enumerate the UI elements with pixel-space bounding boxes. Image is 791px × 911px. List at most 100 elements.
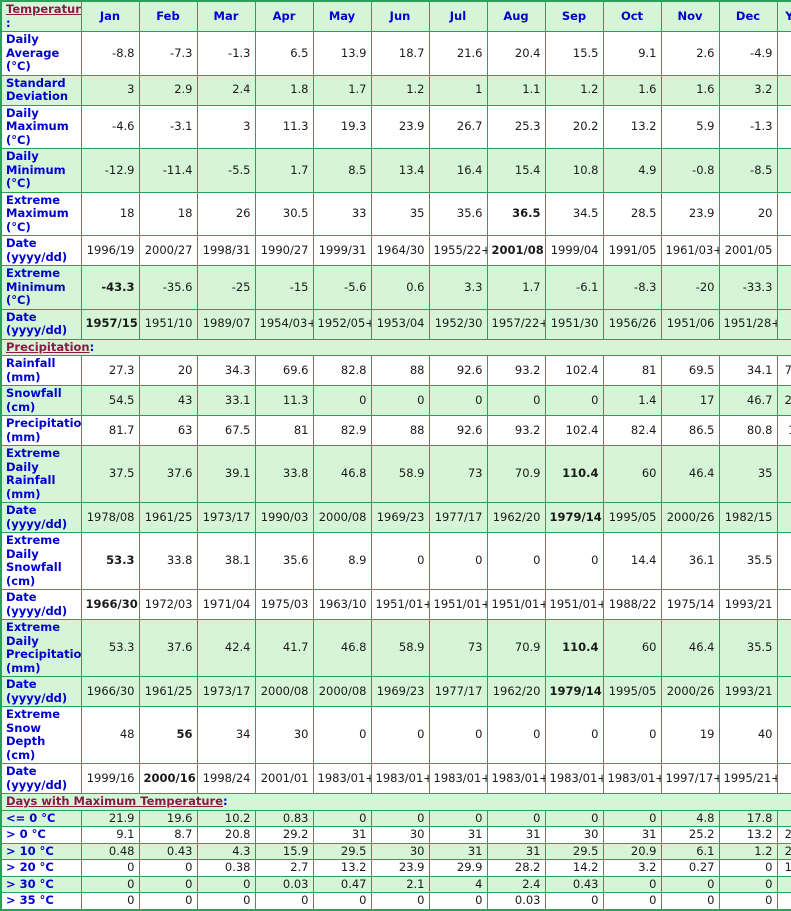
cell-year: 290.2 (776, 826, 791, 844)
cell-month-may: 1983/01+ (312, 763, 372, 794)
cell-month-mar: -5.5 (196, 148, 256, 193)
cell-month-jun: 88 (370, 355, 430, 386)
cell-month-jan: 0 (80, 859, 140, 877)
cell-month-aug: 15.4 (486, 148, 546, 193)
cell-month-mar: 39.1 (196, 445, 256, 503)
cell-year: 0.9 (776, 74, 791, 106)
cell-month-dec: 1982/15 (718, 502, 778, 533)
cell-month-dec: 17.8 (718, 809, 778, 827)
cell-month-dec: 2001/05 (718, 235, 778, 266)
cell-year: 115.9 (776, 859, 791, 877)
cell-month-oct: 82.4 (602, 415, 662, 446)
row-label-extreme-snow-depth-cm: Extreme Snow Depth (cm) (0, 706, 82, 764)
section-title-colon: : (6, 15, 11, 30)
cell-month-jun: 0.6 (370, 265, 430, 310)
cell-month-may: 82.8 (312, 355, 372, 386)
row-label-precipitation-mm: Precipitation (mm) (0, 415, 82, 446)
cell-month-feb: 0 (138, 859, 198, 877)
cell-month-apr: 81 (254, 415, 314, 446)
cell-month-may: 1952/05+ (312, 308, 372, 340)
cell-month-jan: 18 (80, 191, 140, 236)
cell-month-aug: 1.7 (486, 265, 546, 310)
cell-month-mar: 42.4 (196, 619, 256, 677)
cell-month-aug: 70.9 (486, 445, 546, 503)
cell-month-dec: 40 (718, 706, 778, 764)
cell-month-aug: 93.2 (486, 415, 546, 446)
cell-month-sep: 0 (544, 385, 604, 416)
cell-month-sep: 1.2 (544, 74, 604, 106)
row-label-extreme-maximum-c: Extreme Maximum (°C) (0, 191, 82, 236)
cell-month-jan: 37.5 (80, 445, 140, 503)
cell-month-jun: 1983/01+ (370, 763, 430, 794)
row-label-extreme-daily-rainfall-mm: Extreme Daily Rainfall (mm) (0, 445, 82, 503)
cell-month-mar: -1.3 (196, 31, 256, 76)
cell-month-jun: 23.9 (370, 859, 430, 877)
cell-month-jun: 1953/04 (370, 308, 430, 340)
cell-month-dec: -4.9 (718, 31, 778, 76)
cell-month-sep: 0 (544, 809, 604, 827)
cell-month-mar: 1998/24 (196, 763, 256, 794)
cell-month-jul: 26.7 (428, 104, 488, 149)
cell-month-nov: 5.9 (660, 104, 720, 149)
cell-month-sep: 1951/30 (544, 308, 604, 340)
cell-month-mar: 0 (196, 892, 256, 910)
table-row: Extreme Minimum (°C) -43.3 -35.6 -25 -15 -5.6… (0, 265, 791, 310)
table-row: Standard Deviation 3 2.9 2.4 1.8 1.7 1.2 1 1.1 1.… (0, 74, 791, 106)
cell-month-apr: 30.5 (254, 191, 314, 236)
table-row: Date (yyyy/dd) 1978/08 1961/25 1973/17 1990/… (0, 502, 791, 533)
cell-month-nov: 46.4 (660, 619, 720, 677)
table-row: > 10 °C 0.48 0.43 4.3 15.9 29.5 30 31 31 29.5 20.9… (0, 842, 791, 860)
cell-month-jul: 0 (428, 385, 488, 416)
cell-month-aug: 1962/20 (486, 502, 546, 533)
cell-month-dec: 3.2 (718, 74, 778, 106)
cell-month-jun: 30 (370, 842, 430, 860)
cell-month-mar: 10.2 (196, 809, 256, 827)
cell-month-nov: 1975/14 (660, 589, 720, 620)
cell-month-feb: 37.6 (138, 445, 198, 503)
column-header-aug: Aug (486, 0, 546, 32)
cell-year: 9.4 (776, 875, 791, 893)
column-header-may: May (312, 0, 372, 32)
cell-month-dec: 46.7 (718, 385, 778, 416)
cell-month-apr: 0.83 (254, 809, 314, 827)
table-row: > 0 °C 9.1 8.7 20.8 29.2 31 30 31 31 30 31 25.2 13.2… (0, 826, 791, 844)
cell-year: 0.03 (776, 892, 791, 910)
cell-month-apr: -15 (254, 265, 314, 310)
cell-month-jul: 1977/17 (428, 502, 488, 533)
cell-month-nov: 2000/26 (660, 502, 720, 533)
cell-month-apr: 29.2 (254, 826, 314, 844)
cell-month-aug: 2001/08 (486, 235, 546, 266)
cell-month-apr: 0.03 (254, 875, 314, 893)
cell-month-feb: -11.4 (138, 148, 198, 193)
cell-month-nov: 0.27 (660, 859, 720, 877)
cell-month-oct: 81 (602, 355, 662, 386)
table-body: Temperature: Jan Feb Mar Apr May Jun Jul Aug Sep O… (0, 0, 791, 910)
cell-month-jul: 1951/01+ (428, 589, 488, 620)
cell-month-jul: 1 (428, 74, 488, 106)
cell-month-sep: 29.5 (544, 842, 604, 860)
table-row: Rainfall (mm) 27.3 20 34.3 69.6 82.8 88 92.6 93.… (0, 355, 791, 386)
cell-month-apr: 0 (254, 892, 314, 910)
cell-month-jan: -43.3 (80, 265, 140, 310)
cell-month-feb: 43 (138, 385, 198, 416)
cell-month-jul: 16.4 (428, 148, 488, 193)
cell-month-nov: 0 (660, 875, 720, 893)
cell-month-apr: 35.6 (254, 532, 314, 590)
row-label-daily-average-c: Daily Average (°C) (0, 31, 82, 76)
cell-month-mar: 20.8 (196, 826, 256, 844)
cell-month-aug: 1951/01+ (486, 589, 546, 620)
row-label-0-c: > 0 °C (0, 826, 82, 844)
cell-month-oct: 4.9 (602, 148, 662, 193)
column-header-oct: Oct (602, 0, 662, 32)
cell-month-mar: 4.3 (196, 842, 256, 860)
cell-month-nov: 23.9 (660, 191, 720, 236)
cell-month-may: 1963/10 (312, 589, 372, 620)
cell-month-may: 33 (312, 191, 372, 236)
column-header-year: Year (776, 0, 791, 32)
cell-month-nov: 2.6 (660, 31, 720, 76)
cell-month-may: 31 (312, 826, 372, 844)
cell-month-may: 13.2 (312, 859, 372, 877)
cell-month-oct: 31 (602, 826, 662, 844)
cell-month-feb: 2000/27 (138, 235, 198, 266)
cell-month-jul: 21.6 (428, 31, 488, 76)
